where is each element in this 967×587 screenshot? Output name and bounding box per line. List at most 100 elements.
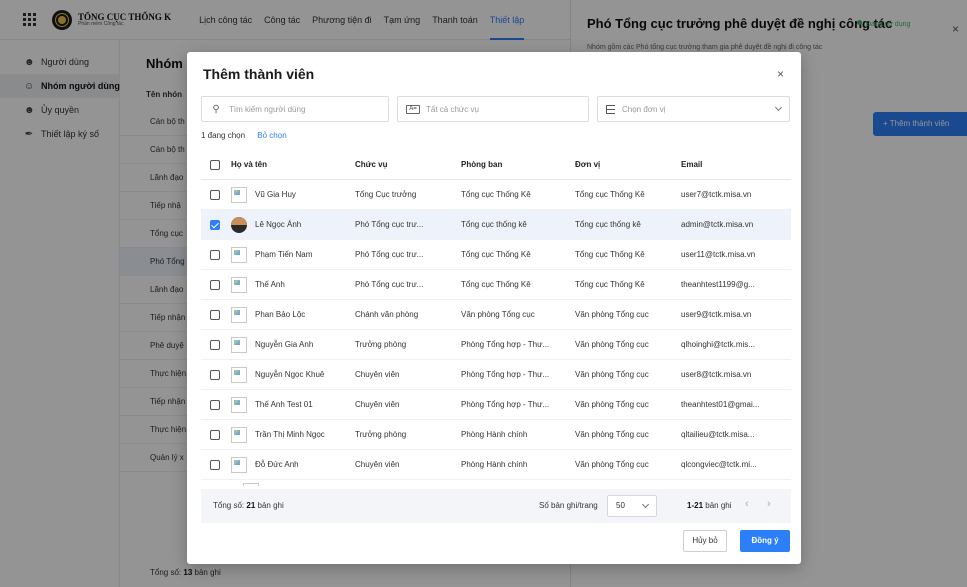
user-unit: Văn phòng Tổng cục <box>575 370 649 379</box>
table-row[interactable]: Phan Bảo Lộc Chánh văn phòng Văn phòng Tổn… <box>201 300 791 330</box>
user-email: theanhtest01@gmai... <box>681 400 760 409</box>
user-unit: Văn phòng Tổng cục <box>575 340 649 349</box>
user-email: qltailieu@tctk.misa... <box>681 430 755 439</box>
row-checkbox[interactable] <box>210 399 220 410</box>
column-header-department: Phòng ban <box>461 160 503 169</box>
user-department: Tổng cục Thống Kê <box>461 190 531 199</box>
search-icon: ⚲ <box>212 103 220 115</box>
table-header: Họ và tên Chức vụ Phòng ban Đơn vị Email <box>201 150 791 180</box>
user-department: Tổng cục Thống Kê <box>461 280 531 289</box>
column-header-unit: Đơn vị <box>575 160 601 169</box>
user-email: qlhoinghi@tctk.mis... <box>681 340 755 349</box>
row-checkbox[interactable] <box>210 249 220 260</box>
avatar <box>231 456 247 473</box>
user-department: Phòng Tổng hợp - Thư... <box>461 370 550 379</box>
table-body: Vũ Gia Huy Tổng Cục trưởng Tổng cục Thống … <box>201 180 791 480</box>
avatar <box>231 246 247 263</box>
per-page-label: Số bản ghi/trang <box>539 501 598 510</box>
avatar <box>231 216 247 233</box>
user-email: user8@tctk.misa.vn <box>681 370 752 379</box>
select-all-checkbox[interactable] <box>210 159 220 170</box>
role-filter-select[interactable]: A= Tất cả chức vụ <box>397 96 589 122</box>
user-role: Tổng Cục trưởng <box>355 190 417 199</box>
user-unit: Tổng cục Thống Kê <box>575 250 645 259</box>
next-page-icon[interactable]: › <box>767 498 771 510</box>
user-unit: Tổng cục thống kê <box>575 220 641 229</box>
previous-page-icon[interactable]: ‹ <box>745 498 749 510</box>
search-placeholder: Tìm kiếm người dùng <box>229 104 306 114</box>
user-role: Trưởng phòng <box>355 430 407 439</box>
chevron-down-icon <box>641 500 650 509</box>
user-name: Phan Bảo Lộc <box>255 310 306 319</box>
selected-count: 1 đang chọn <box>201 131 246 140</box>
avatar <box>231 366 247 383</box>
user-name: Nguyễn Gia Anh <box>255 340 314 349</box>
row-checkbox[interactable] <box>210 459 220 470</box>
table-row[interactable]: Phạm Tiến Nam Phó Tổng cục trư... Tổng cục… <box>201 240 791 270</box>
avatar <box>231 306 247 323</box>
avatar <box>231 336 247 353</box>
user-unit: Văn phòng Tổng cục <box>575 400 649 409</box>
table-row[interactable]: Đỗ Đức Anh Chuyên viên Phòng Hành chính Văn… <box>201 450 791 480</box>
user-unit: Văn phòng Tổng cục <box>575 430 649 439</box>
user-email: user9@tctk.misa.vn <box>681 310 752 319</box>
per-page-select[interactable]: 50 <box>607 495 657 517</box>
table-row[interactable]: Nguyễn Ngọc Khuê Chuyên viên Phòng Tổng hợ… <box>201 360 791 390</box>
row-checkbox[interactable] <box>210 309 220 320</box>
avatar <box>231 396 247 413</box>
add-member-dialog: Thêm thành viên × ⚲ Tìm kiếm người dùng … <box>187 52 801 564</box>
close-icon[interactable]: × <box>777 67 784 81</box>
user-unit: Văn phòng Tổng cục <box>575 310 649 319</box>
user-department: Tổng cục thống kê <box>461 220 527 229</box>
row-checkbox[interactable] <box>210 219 220 230</box>
pagination-bar: Tổng số: 21 bản ghi Số bản ghi/trang 50 … <box>201 489 791 523</box>
table-row[interactable]: Lê Ngọc Ánh Phó Tổng cục trư... Tổng cục t… <box>201 210 791 240</box>
unit-filter-select[interactable]: Chọn đơn vị <box>597 96 790 122</box>
row-checkbox[interactable] <box>210 189 220 200</box>
avatar <box>231 186 247 203</box>
row-checkbox[interactable] <box>210 279 220 290</box>
user-department: Phòng Tổng hợp - Thư... <box>461 400 550 409</box>
clear-selection-link[interactable]: Bỏ chọn <box>257 131 286 140</box>
chevron-down-icon <box>774 103 783 112</box>
avatar <box>231 276 247 293</box>
selection-summary: 1 đang chọn Bỏ chọn <box>201 131 287 140</box>
user-name: Phạm Tiến Nam <box>255 250 313 259</box>
role-filter-value: Tất cả chức vụ <box>426 104 479 114</box>
user-role: Trưởng phòng <box>355 340 407 349</box>
cancel-button[interactable]: Hủy bỏ <box>683 530 727 552</box>
user-department: Phòng Hành chính <box>461 430 528 439</box>
row-checkbox[interactable] <box>210 369 220 380</box>
user-email: user11@tctk.misa.vn <box>681 250 756 259</box>
dialog-title: Thêm thành viên <box>203 66 315 82</box>
user-search-input[interactable]: ⚲ Tìm kiếm người dùng <box>201 96 389 122</box>
role-icon: A= <box>406 104 420 114</box>
table-row[interactable]: Thế Anh Phó Tổng cục trư... Tổng cục Thống… <box>201 270 791 300</box>
user-department: Phòng Tổng hợp - Thư... <box>461 340 550 349</box>
user-unit: Tổng cục Thống Kê <box>575 190 645 199</box>
user-role: Phó Tổng cục trư... <box>355 220 424 229</box>
per-page-value: 50 <box>616 501 625 510</box>
user-role: Chuyên viên <box>355 400 400 409</box>
avatar <box>231 426 247 443</box>
user-department: Phòng Hành chính <box>461 460 528 469</box>
broken-image-icon <box>243 483 259 486</box>
user-name: Vũ Gia Huy <box>255 190 296 199</box>
row-checkbox[interactable] <box>210 429 220 440</box>
user-email: qlcongviec@tctk.mi... <box>681 460 757 469</box>
row-checkbox[interactable] <box>210 339 220 350</box>
table-row[interactable]: Thế Anh Test 01 Chuyên viên Phòng Tổng hợp… <box>201 390 791 420</box>
table-row[interactable]: Vũ Gia Huy Tổng Cục trưởng Tổng cục Thống … <box>201 180 791 210</box>
user-name: Nguyễn Ngọc Khuê <box>255 370 325 379</box>
table-row[interactable]: Nguyễn Gia Anh Trưởng phòng Phòng Tổng hợp… <box>201 330 791 360</box>
table-row[interactable]: Trần Thị Minh Ngọc Trưởng phòng Phòng Hành… <box>201 420 791 450</box>
user-email: user7@tctk.misa.vn <box>681 190 752 199</box>
user-unit: Văn phòng Tổng cục <box>575 460 649 469</box>
user-unit: Tổng cục Thống Kê <box>575 280 645 289</box>
unit-filter-value: Chọn đơn vị <box>622 104 666 114</box>
column-header-email: Email <box>681 160 703 169</box>
user-name: Lê Ngọc Ánh <box>255 220 302 229</box>
user-name: Thế Anh <box>255 280 285 289</box>
user-role: Chuyên viên <box>355 460 400 469</box>
confirm-button[interactable]: Đồng ý <box>740 530 790 552</box>
